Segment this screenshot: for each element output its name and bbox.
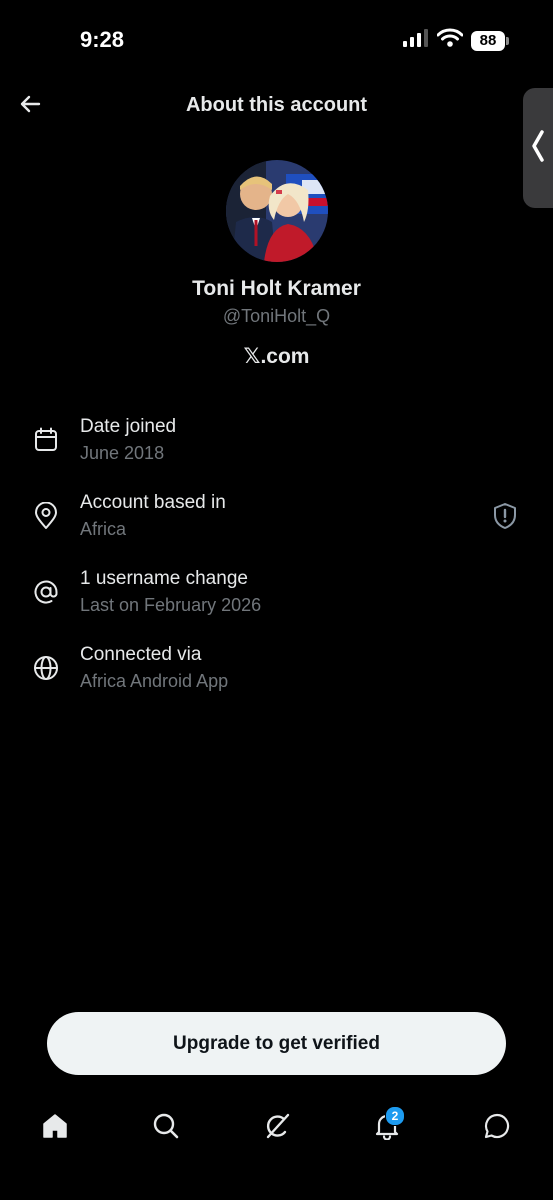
avatar[interactable]: [226, 160, 328, 262]
nav-notifications[interactable]: 2: [367, 1106, 407, 1148]
nav-messages[interactable]: [477, 1108, 517, 1148]
nav-home[interactable]: [35, 1108, 75, 1148]
profile-site: 𝕏.com: [243, 345, 310, 368]
cellular-signal-icon: [403, 29, 429, 52]
search-icon: [152, 1112, 180, 1145]
messages-icon: [483, 1112, 511, 1145]
header: About this account: [0, 80, 553, 132]
bottom-nav: 2: [0, 1100, 553, 1154]
info-subtitle: Africa: [80, 519, 127, 539]
info-subtitle: June 2018: [80, 443, 165, 463]
profile-handle: @ToniHolt_Q: [222, 306, 331, 326]
info-list: Date joined June 2018 Account based in A…: [0, 412, 553, 716]
status-icons: 88: [403, 28, 509, 53]
shield-alert-icon[interactable]: [491, 502, 519, 530]
info-subtitle: Last on February 2026: [80, 595, 262, 615]
info-row-date-joined: Date joined June 2018: [0, 412, 553, 488]
status-bar: 9:28 88: [0, 0, 553, 80]
home-icon: [41, 1112, 69, 1145]
chevron-left-icon: [531, 129, 545, 168]
nav-search[interactable]: [146, 1108, 186, 1148]
notifications-badge: 2: [385, 1106, 405, 1126]
grok-icon: [263, 1112, 291, 1145]
info-row-username-change: 1 username change Last on February 2026: [0, 564, 553, 640]
info-row-connected-via: Connected via Africa Android App: [0, 640, 553, 716]
profile-name: Toni Holt Kramer: [192, 277, 361, 300]
calendar-icon: [30, 424, 62, 456]
nav-grok[interactable]: [257, 1108, 297, 1148]
battery-icon: 88: [471, 30, 509, 51]
status-time: 9:28: [80, 27, 125, 52]
info-title: Account based in: [80, 492, 226, 513]
location-pin-icon: [30, 500, 62, 532]
info-row-account-based-in: Account based in Africa: [0, 488, 553, 564]
globe-icon: [30, 652, 62, 684]
side-panel-handle[interactable]: [523, 88, 553, 208]
at-sign-icon: [30, 576, 62, 608]
info-title: Date joined: [80, 416, 177, 437]
info-title: Connected via: [80, 644, 202, 665]
info-title: 1 username change: [80, 568, 248, 589]
upgrade-verified-button[interactable]: Upgrade to get verified: [47, 1012, 506, 1075]
wifi-icon: [436, 28, 464, 53]
info-subtitle: Africa Android App: [80, 671, 229, 691]
page-title: About this account: [185, 94, 368, 116]
